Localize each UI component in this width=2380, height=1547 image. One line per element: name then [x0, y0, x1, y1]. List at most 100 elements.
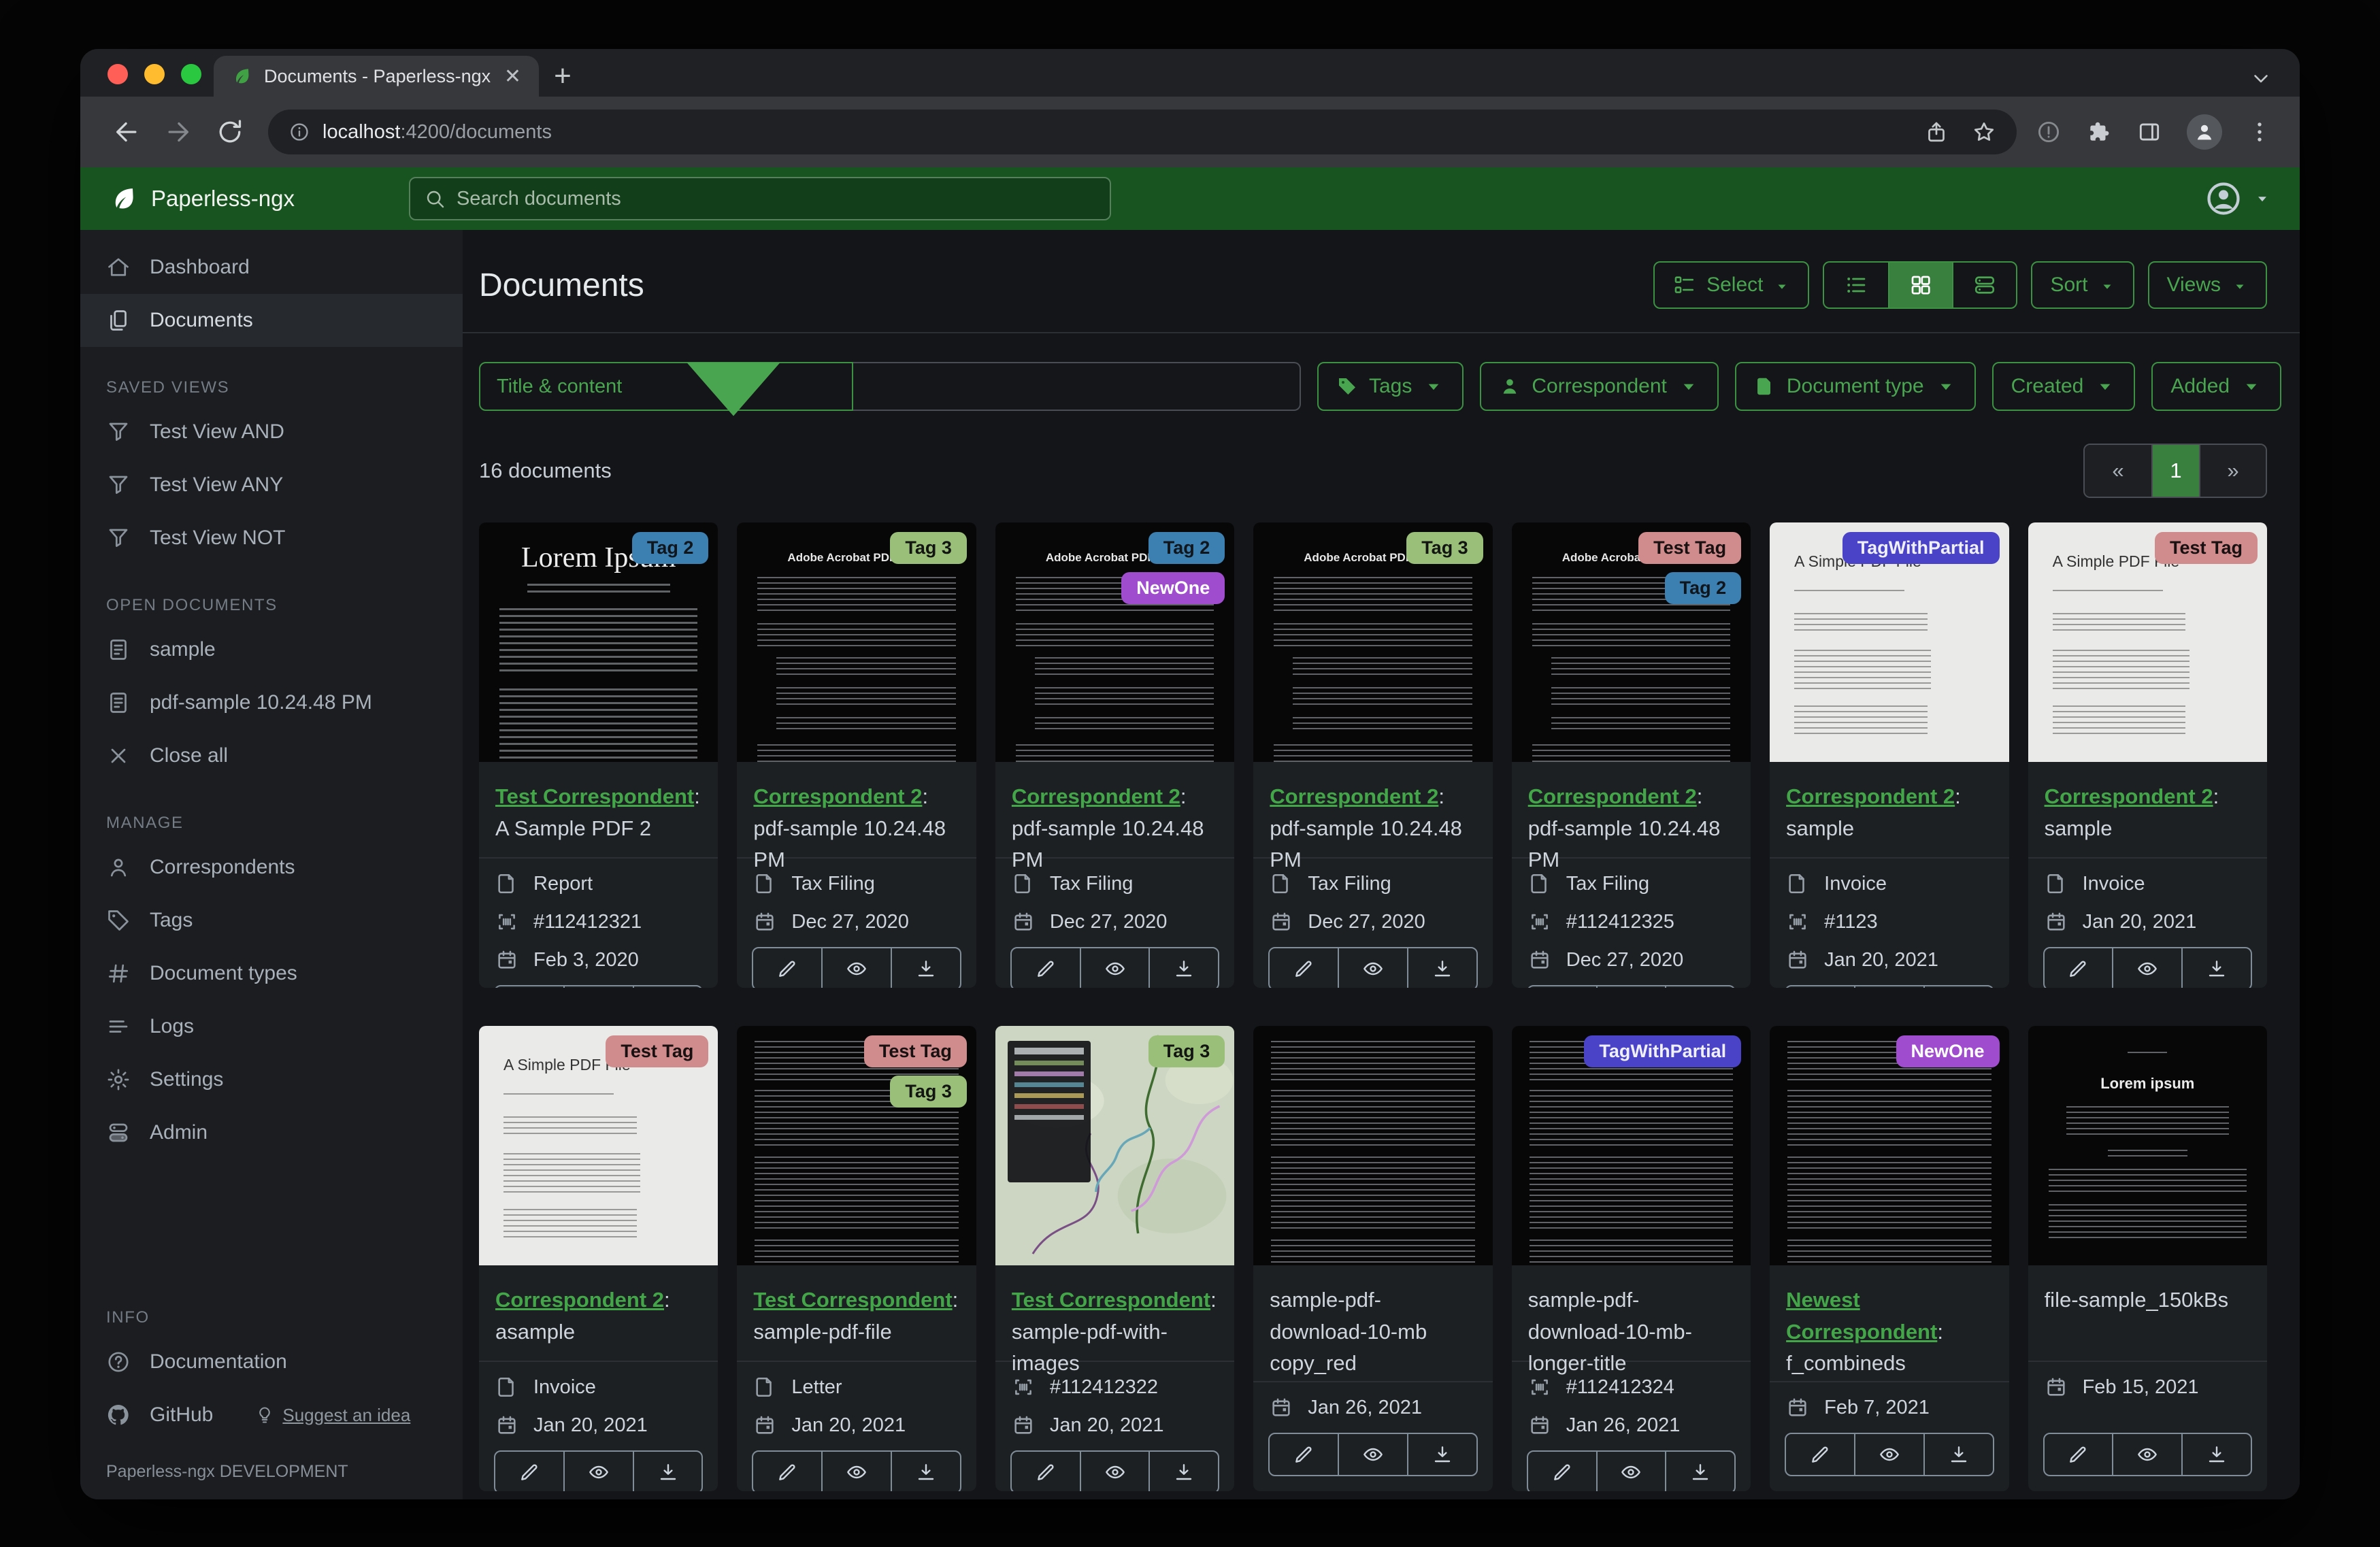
tag-badge-tag-2[interactable]: Tag 2: [631, 532, 709, 564]
sidebar-item-logs[interactable]: Logs: [80, 1000, 463, 1053]
document-thumbnail[interactable]: [1253, 1026, 1493, 1265]
view-document-button[interactable]: [1596, 986, 1666, 988]
edit-document-button[interactable]: [1270, 948, 1338, 988]
view-document-button[interactable]: [2112, 948, 2181, 988]
pagination-prev-button[interactable]: «: [2085, 445, 2151, 497]
sort-button[interactable]: Sort: [2031, 261, 2134, 309]
view-document-button[interactable]: [1079, 1452, 1149, 1491]
pagination-page-1[interactable]: 1: [2151, 445, 2199, 497]
correspondent-link[interactable]: Correspondent 2: [1528, 784, 1697, 808]
share-icon[interactable]: [1924, 120, 1949, 144]
correspondent-link[interactable]: Correspondent 2: [1270, 784, 1438, 808]
correspondent-link[interactable]: Test Correspondent: [1012, 1288, 1210, 1312]
sidebar-item-settings[interactable]: Settings: [80, 1053, 463, 1106]
download-document-button[interactable]: [1923, 986, 1993, 988]
title-content-dropdown[interactable]: Title & content: [479, 362, 854, 416]
download-document-button[interactable]: [891, 948, 960, 988]
download-document-button[interactable]: [1665, 986, 1734, 988]
filter-text-input[interactable]: [853, 362, 1301, 411]
edit-document-button[interactable]: [1786, 1434, 1854, 1475]
document-thumbnail[interactable]: Lorem ipsum: [2028, 1026, 2267, 1265]
forward-icon[interactable]: [163, 117, 193, 147]
view-document-button[interactable]: [821, 948, 891, 988]
edit-document-button[interactable]: [753, 1452, 821, 1491]
document-card[interactable]: Lorem Ipsum Tag 2 Test Correspondent: A Sa…: [479, 522, 718, 988]
document-card[interactable]: Lorem ipsum file-sample_150kBs Feb 15, 202…: [2028, 1026, 2267, 1491]
filter-created-button[interactable]: Created: [1991, 362, 2136, 411]
sidebar-item-document-types[interactable]: Document types: [80, 947, 463, 1000]
sidebar-item-test-view-not[interactable]: Test View NOT: [80, 512, 463, 565]
filter-document-type-button[interactable]: Document type: [1734, 362, 1976, 411]
tag-badge-tag-3[interactable]: Tag 3: [1148, 1035, 1225, 1067]
document-card[interactable]: A Simple PDF File Test Tag Correspondent 2…: [479, 1026, 718, 1491]
download-document-button[interactable]: [632, 986, 702, 988]
site-info-icon[interactable]: [288, 121, 310, 143]
edit-document-button[interactable]: [495, 986, 563, 988]
sidebar-item-correspondents[interactable]: Correspondents: [80, 841, 463, 894]
address-bar[interactable]: localhost:4200/documents: [268, 110, 2017, 154]
extensions-puzzle-icon[interactable]: [2086, 119, 2112, 145]
tag-badge-tag-2[interactable]: Tag 2: [1664, 572, 1742, 604]
document-card[interactable]: Adobe Acrobat PDF Files Tag 2 NewOne Corres…: [995, 522, 1235, 988]
suggest-an-idea-link[interactable]: Suggest an idea: [255, 1405, 410, 1426]
sidebar-item-test-view-and[interactable]: Test View AND: [80, 405, 463, 459]
tag-badge-tag-3[interactable]: Tag 3: [890, 1076, 967, 1108]
correspondent-link[interactable]: Correspondent 2: [753, 784, 922, 808]
download-document-button[interactable]: [2181, 1434, 2251, 1475]
document-card[interactable]: Adobe Acrobat PDF Files Test Tag Tag 2 Corr…: [1511, 522, 1751, 988]
correspondent-link[interactable]: Correspondent 2: [495, 1288, 664, 1312]
user-menu[interactable]: [2204, 180, 2271, 218]
document-card[interactable]: Adobe Acrobat PDF Files Tag 3 Corresponden…: [737, 522, 976, 988]
filter-correspondent-button[interactable]: Correspondent: [1480, 362, 1719, 411]
tag-badge-test-tag[interactable]: Test Tag: [606, 1035, 709, 1067]
tag-badge-newone[interactable]: NewOne: [1121, 572, 1225, 604]
document-card[interactable]: NewOne Newest Correspondent: f_combineds F…: [1770, 1026, 2009, 1491]
edit-document-button[interactable]: [1012, 1452, 1080, 1491]
filter-tags-button[interactable]: Tags: [1317, 362, 1464, 411]
view-document-button[interactable]: [2112, 1434, 2181, 1475]
minimize-window-button[interactable]: [144, 64, 165, 84]
browser-profile-avatar[interactable]: [2187, 114, 2222, 150]
extension-badge-icon[interactable]: [2036, 119, 2062, 145]
tag-badge-tag-3[interactable]: Tag 3: [890, 532, 967, 564]
new-tab-button[interactable]: +: [539, 56, 586, 97]
tag-badge-tagwithpartial[interactable]: TagWithPartial: [1584, 1035, 1742, 1067]
filter-added-button[interactable]: Added: [2151, 362, 2282, 411]
sidebar-item-github[interactable]: GitHub Suggest an idea: [80, 1388, 463, 1442]
pagination-next-button[interactable]: »: [2199, 445, 2266, 497]
view-document-button[interactable]: [1338, 1434, 1407, 1475]
view-document-button[interactable]: [1853, 1434, 1923, 1475]
tab-close-icon[interactable]: ✕: [504, 65, 521, 88]
views-button[interactable]: Views: [2147, 261, 2267, 309]
correspondent-link[interactable]: Correspondent 2: [2045, 784, 2213, 808]
download-document-button[interactable]: [2181, 948, 2251, 988]
edit-document-button[interactable]: [753, 948, 821, 988]
document-card[interactable]: sample-pdf-download-10-mb copy_red Jan 26…: [1253, 1026, 1493, 1491]
back-icon[interactable]: [112, 117, 142, 147]
edit-document-button[interactable]: [1270, 1434, 1338, 1475]
download-document-button[interactable]: [1148, 948, 1218, 988]
correspondent-link[interactable]: Correspondent 2: [1012, 784, 1180, 808]
document-card[interactable]: A Simple PDF FileTagWithPartialCorrespon…: [1770, 522, 2009, 988]
document-card[interactable]: Tag 3 Test Correspondent: sample-pdf-with…: [995, 1026, 1235, 1491]
tag-badge-test-tag[interactable]: Test Tag: [2154, 532, 2258, 564]
edit-document-button[interactable]: [1786, 986, 1854, 988]
correspondent-link[interactable]: Test Correspondent: [495, 784, 694, 808]
download-document-button[interactable]: [1406, 948, 1476, 988]
zoom-window-button[interactable]: [181, 64, 201, 84]
sidebar-item-dashboard[interactable]: Dashboard: [80, 241, 463, 294]
sidebar-item-close-all[interactable]: Close all: [80, 729, 463, 782]
tag-badge-test-tag[interactable]: Test Tag: [863, 1035, 967, 1067]
view-list-button[interactable]: [1824, 263, 1888, 307]
download-document-button[interactable]: [891, 1452, 960, 1491]
edit-document-button[interactable]: [1528, 1452, 1596, 1491]
download-document-button[interactable]: [1406, 1434, 1476, 1475]
view-document-button[interactable]: [563, 1452, 633, 1491]
sidebar-item-pdf-sample-10-24-48-pm[interactable]: pdf-sample 10.24.48 PM: [80, 676, 463, 729]
side-panel-icon[interactable]: [2136, 119, 2162, 145]
tag-badge-tagwithpartial[interactable]: TagWithPartial: [1842, 532, 2000, 564]
document-card[interactable]: Adobe Acrobat PDF Files Tag 3 Corresponden…: [1253, 522, 1493, 988]
app-brand[interactable]: Paperless-ngx: [109, 184, 295, 213]
edit-document-button[interactable]: [495, 1452, 563, 1491]
view-document-button[interactable]: [821, 1452, 891, 1491]
